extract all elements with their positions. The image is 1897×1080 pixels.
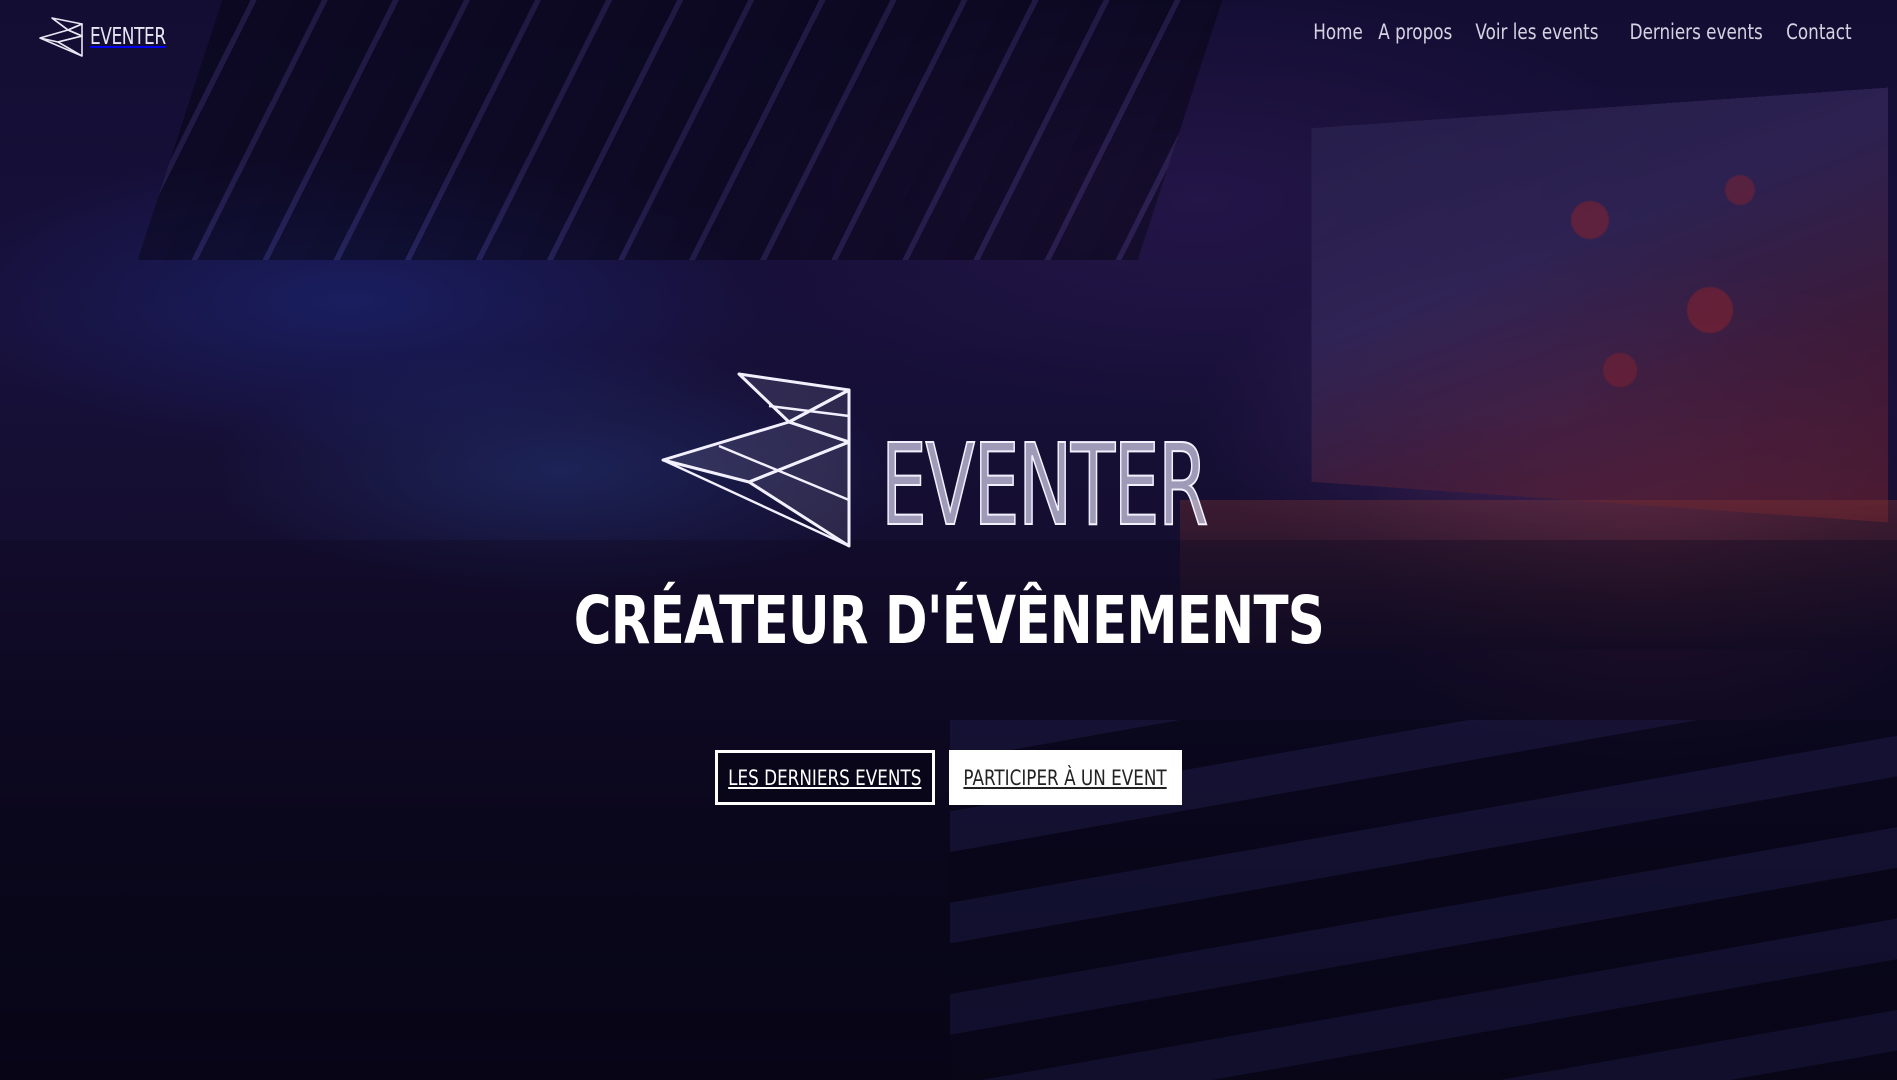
hero-title: CRÉATEUR D'ÉVÊNEMENTS	[573, 582, 1324, 659]
latest-events-button-label: LES DERNIERS EVENTS	[728, 765, 922, 790]
eventer-logo-icon	[39, 17, 83, 57]
join-event-button[interactable]: PARTICIPER À UN EVENT	[949, 750, 1182, 806]
hero-section: EVENTER Home A propos Voir les events De…	[0, 0, 1897, 1080]
hero-buttons: LES DERNIERS EVENTS PARTICIPER À UN EVEN…	[715, 750, 1182, 806]
navbar: EVENTER Home A propos Voir les events De…	[0, 0, 1897, 74]
nav-contact[interactable]: Contact	[1786, 20, 1851, 44]
nav-latest-events[interactable]: Derniers events	[1630, 20, 1763, 44]
main-nav: Home A propos Voir les events Derniers e…	[1314, 20, 1852, 44]
eventer-logo-mark	[661, 372, 851, 548]
latest-events-button[interactable]: LES DERNIERS EVENTS	[715, 750, 935, 806]
join-event-button-label: PARTICIPER À UN EVENT	[963, 765, 1168, 790]
nav-home[interactable]: Home	[1314, 20, 1364, 44]
hero-logo-text: EVENTER	[880, 421, 1209, 551]
nav-events[interactable]: Voir les events	[1475, 20, 1598, 44]
brand-name: EVENTER	[90, 24, 166, 50]
brand-link[interactable]: EVENTER	[38, 16, 182, 58]
hero-logo: EVENTER	[659, 370, 1239, 550]
nav-about[interactable]: A propos	[1378, 20, 1452, 44]
hero-content: EVENTER CRÉATEUR D'ÉVÊNEMENTS LES DERNIE…	[0, 370, 1897, 806]
